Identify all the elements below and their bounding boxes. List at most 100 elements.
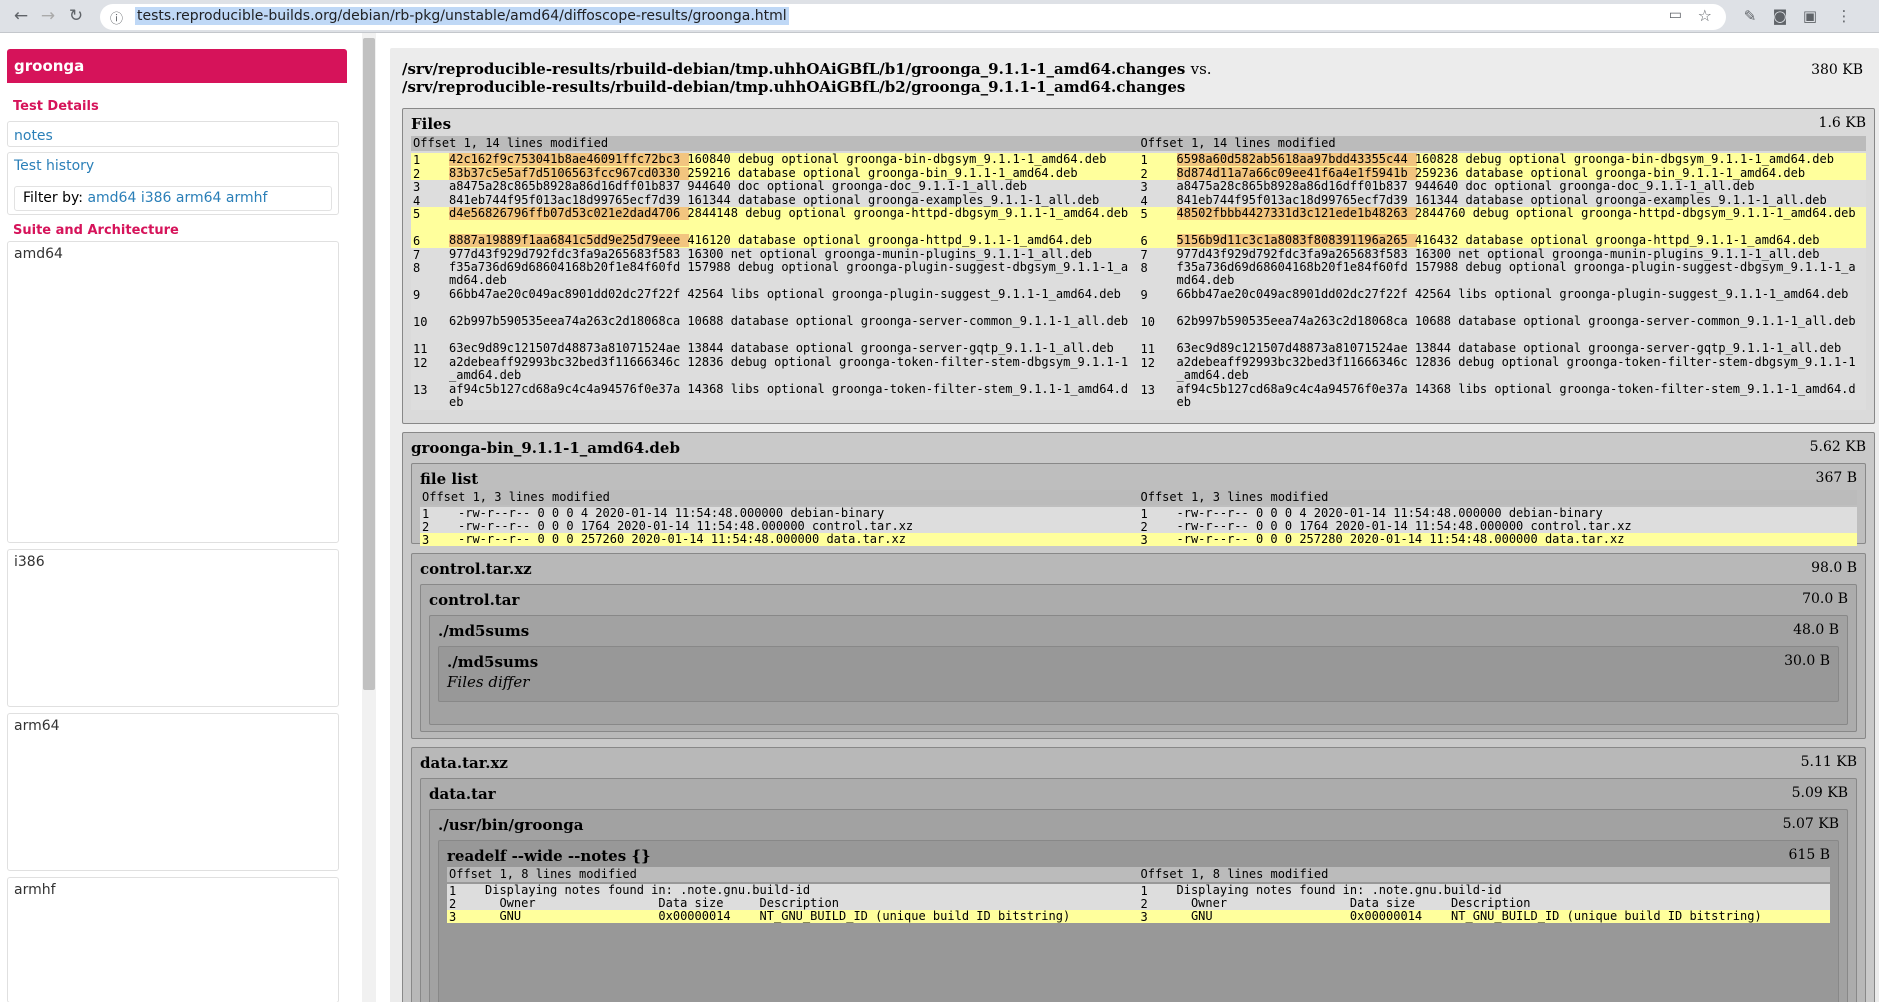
diff-text-left: Displaying notes found in: .note.gnu.bui…: [485, 884, 811, 897]
diff-text-left: GNU 0x00000014 NT_GNU_BUILD_ID (unique b…: [485, 910, 1133, 923]
diff-line: 7 977d43f929d792fdc3fa9a265683f583 16300 …: [411, 247, 1866, 262]
filter-label: Filter by:: [23, 190, 83, 206]
diff-line: 1 -rw-r--r-- 0 0 0 4 2020-01-14 11:54:48.…: [420, 507, 1857, 520]
diff-line: 6 8887a19889f1aa6841c5dd9e25d79eee 416120…: [411, 234, 1866, 248]
menu-icon[interactable]: ⋮: [1834, 6, 1854, 26]
files-differ-note: Files differ: [447, 673, 530, 691]
sidebar-scrollbar-thumb[interactable]: [363, 38, 375, 690]
control-tar-size: 70.0 B: [1802, 591, 1848, 607]
diff-text-right: GNU 0x00000014 NT_GNU_BUILD_ID (unique b…: [1176, 910, 1824, 923]
test-history-box: Test history Filter by: amd64 i386 arm64…: [7, 152, 339, 215]
line-number: 9: [1140, 288, 1148, 302]
offset-left: Offset 1, 8 lines modified: [449, 867, 637, 881]
line-number: 2: [449, 897, 457, 910]
diff-text-right: 6598a60d582ab5618aa97bdd43355c44 160828 …: [1176, 153, 1860, 166]
notes-link[interactable]: notes: [14, 128, 53, 144]
files-diff-table: Offset 1, 14 lines modified Offset 1, 14 …: [411, 136, 1866, 421]
diff-text-left: 977d43f929d792fdc3fa9a265683f583 16300 n…: [449, 247, 1092, 261]
diff-text-left: 8887a19889f1aa6841c5dd9e25d79eee 416120 …: [449, 234, 1133, 247]
arch-heading: armhf: [14, 882, 56, 898]
readelf-size: 615 B: [1788, 847, 1830, 863]
camera-icon[interactable]: ◙: [1770, 6, 1790, 26]
back-icon[interactable]: ←: [10, 5, 32, 27]
line-number: 11: [1140, 342, 1155, 356]
diff-line: 4 841eb744f95f013ac18d99765ecf7d39 161344…: [411, 193, 1866, 207]
line-number: 2: [1140, 897, 1148, 910]
address-bar[interactable]: ⓘ tests.reproducible-builds.org/debian/r…: [100, 4, 1726, 30]
arch-group: [7, 713, 339, 871]
diff-text-right: 977d43f929d792fdc3fa9a265683f583 16300 n…: [1176, 247, 1820, 261]
diff-offset-header: Offset 1, 14 lines modified Offset 1, 14 …: [411, 136, 1866, 151]
line-number: 5: [1140, 207, 1148, 221]
diff-text-left: -rw-r--r-- 0 0 0 4 2020-01-14 11:54:48.0…: [458, 507, 885, 520]
diff-text-left: Owner Data size Description: [485, 897, 840, 910]
extension-icon[interactable]: ▣: [1800, 6, 1820, 26]
line-number: 2: [1140, 166, 1148, 181]
diff-text-right: 841eb744f95f013ac18d99765ecf7d39 161344 …: [1176, 193, 1827, 207]
md5sums-size: 48.0 B: [1793, 622, 1839, 638]
test-history-link[interactable]: Test history: [14, 158, 94, 174]
line-number: 2: [1140, 520, 1148, 533]
diff-text-right: Displaying notes found in: .note.gnu.bui…: [1176, 884, 1502, 897]
filter-arch-links[interactable]: amd64 i386 arm64 armhf: [87, 190, 267, 206]
line-number: 2: [413, 166, 421, 181]
diff-text-left: f35a736d69d68604168b20f1e84f60fd 157988 …: [449, 261, 1129, 287]
arch-group: [7, 241, 339, 543]
bookmark-star-icon[interactable]: ☆: [1698, 6, 1712, 25]
control-tar-heading: control.tar: [429, 591, 520, 609]
diff-line: 9 66bb47ae20c049ac8901dd02dc27f22f 42564 …: [411, 288, 1866, 315]
diff-text-right: f35a736d69d68604168b20f1e84f60fd 157988 …: [1176, 261, 1856, 287]
diff-text-left: 83b37c5e5af7d5106563fcc967cd0330 259216 …: [449, 166, 1133, 180]
diff-line: 2 83b37c5e5af7d5106563fcc967cd0330 259216…: [411, 166, 1866, 181]
line-number: 1: [1140, 507, 1148, 520]
diff-line: 3 GNU 0x00000014 NT_GNU_BUILD_ID (unique…: [447, 910, 1830, 923]
line-number: 11: [413, 342, 428, 356]
line-number: 3: [449, 910, 457, 923]
reload-icon[interactable]: ↻: [65, 5, 87, 27]
diff-text-left: a2debeaff92993bc32bed3f11666346c 12836 d…: [449, 355, 1129, 382]
diff-text-right: 8d874d11a7a66c09ee41f6a4e1f5941b 259236 …: [1176, 166, 1860, 180]
line-number: 1: [422, 507, 430, 520]
diff-text-right: -rw-r--r-- 0 0 0 1764 2020-01-14 11:54:4…: [1176, 520, 1632, 533]
readelf-diff-table: Offset 1, 8 lines modified Offset 1, 8 li…: [447, 867, 1830, 947]
offset-right: Offset 1, 8 lines modified: [1140, 867, 1329, 881]
cast-icon[interactable]: ▭: [1669, 7, 1682, 23]
line-number: 7: [1140, 247, 1148, 262]
line-number: 3: [1140, 910, 1148, 923]
diff-line: 5 d4e56826796ffb07d53c021e2dad4706 284414…: [411, 207, 1866, 234]
arch-heading: arm64: [14, 718, 60, 734]
bin-deb-heading: groonga-bin_9.1.1-1_amd64.deb: [411, 439, 680, 457]
pin-icon[interactable]: ✎: [1740, 6, 1760, 26]
diff-text-right: 66bb47ae20c049ac8901dd02dc27f22f 42564 l…: [1176, 288, 1849, 301]
diff-text-right: a8475a28c865b8928a86d16dff01b837 944640 …: [1176, 180, 1755, 193]
diff-text-left: 42c162f9c753041b8ae46091ffc72bc3 160840 …: [449, 153, 1133, 166]
diff-line: 13 af94c5b127cd68a9c4c4a94576f0e37a 14368…: [411, 382, 1866, 410]
diff-text-right: 48502fbbb4427331d3c121ede1b48263 2844760…: [1176, 207, 1860, 220]
data-xz-panel: data.tar.xz 5.11 KB data.tar 5.09 KB ./u…: [411, 747, 1866, 1002]
forward-icon[interactable]: →: [37, 5, 59, 27]
diff-title-vs: vs.: [1190, 60, 1212, 78]
diff-text-right: Owner Data size Description: [1176, 897, 1531, 910]
lock-icon: ⓘ: [110, 12, 124, 27]
diff-text-left: 841eb744f95f013ac18d99765ecf7d39 161344 …: [449, 193, 1100, 207]
diff-text-left: 63ec9d89c121507d48873a81071524ae 13844 d…: [449, 342, 1114, 355]
bin-deb-size: 5.62 KB: [1809, 439, 1866, 455]
line-number: 7: [413, 247, 421, 262]
diff-title-left: /srv/reproducible-results/rbuild-debian/…: [402, 60, 1186, 78]
filter-row: Filter by: amd64 i386 arm64 armhf: [14, 186, 332, 211]
offset-left: Offset 1, 3 lines modified: [422, 490, 610, 504]
diff-text-right: 5156b9d11c3c1a8083f808391196a265 416432 …: [1176, 234, 1860, 247]
arch-group: [7, 877, 339, 1002]
arch-group: [7, 549, 339, 707]
diff-line: 3 a8475a28c865b8928a86d16dff01b837 944640…: [411, 180, 1866, 194]
data-tar-heading: data.tar: [429, 785, 496, 803]
filelist-size: 367 B: [1815, 470, 1857, 486]
control-xz-heading: control.tar.xz: [420, 560, 532, 578]
diff-text-right: 62b997b590535eea74a263c2d18068ca 10688 d…: [1176, 315, 1856, 328]
diff-text-right: af94c5b127cd68a9c4c4a94576f0e37a 14368 l…: [1176, 382, 1856, 409]
diff-text-left: -rw-r--r-- 0 0 0 1764 2020-01-14 11:54:4…: [458, 520, 914, 533]
line-number: 1: [449, 884, 457, 897]
readelf-panel: readelf --wide --notes {} 615 B Offset 1…: [438, 840, 1839, 1002]
url-text[interactable]: tests.reproducible-builds.org/debian/rb-…: [135, 7, 789, 25]
data-xz-heading: data.tar.xz: [420, 754, 508, 772]
